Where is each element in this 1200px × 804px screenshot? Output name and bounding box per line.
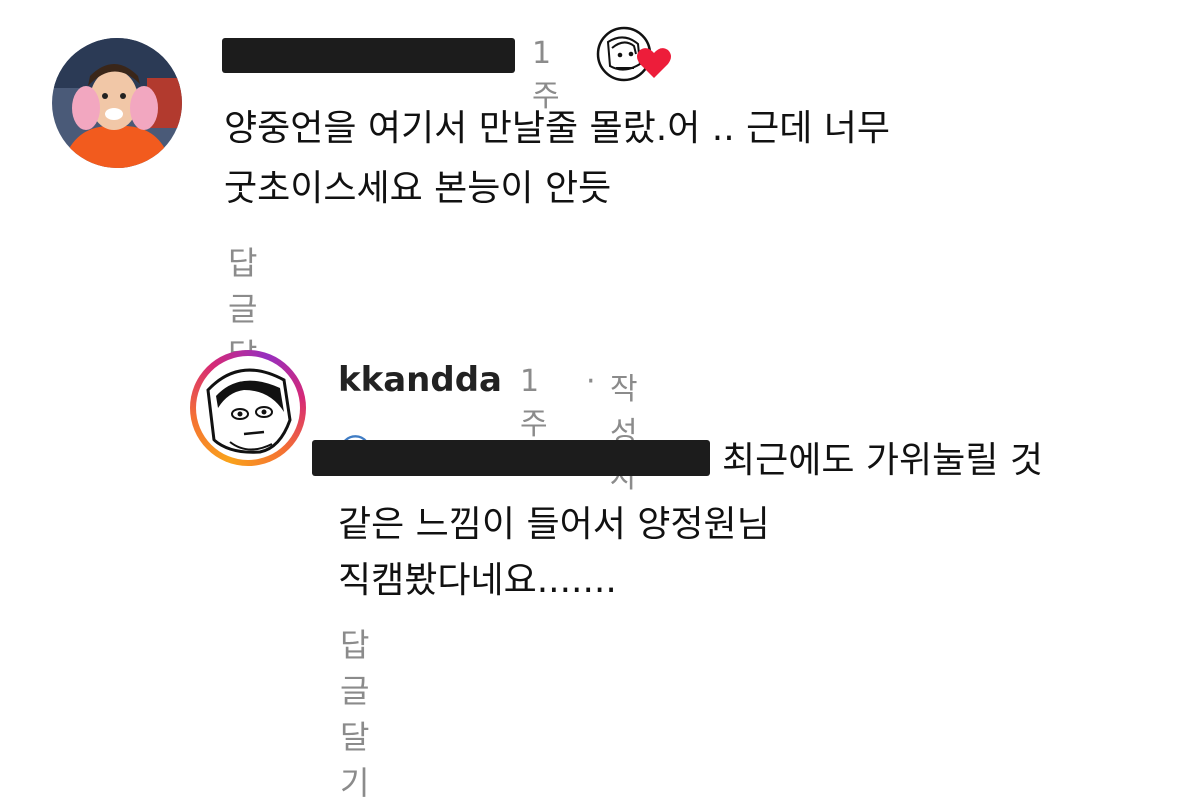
author-liked-indicator: [594, 24, 672, 82]
comment-text-line: 양중언을 여기서 만날줄 몰랐.어 .. 근데 너무: [224, 108, 891, 149]
comment-text-line: 직캠봤다네요.......: [338, 560, 617, 601]
comment-text-line: 굿초이스세요 본능이 안듯: [224, 168, 612, 209]
redacted-username: [222, 38, 515, 73]
username[interactable]: kkandda: [338, 360, 502, 400]
comment-text-line: 같은 느낌이 들어서 양정원님: [338, 504, 770, 545]
commenter-avatar[interactable]: [200, 360, 296, 456]
redacted-mention: [312, 440, 710, 476]
separator-dot: ·: [586, 364, 596, 399]
comment-time: 1주: [520, 364, 548, 442]
reply-button[interactable]: 답글 달기: [340, 620, 369, 804]
comment-text-line: 최근에도 가위눌릴 것: [722, 440, 1043, 481]
author-badge: 작성자: [610, 372, 638, 495]
commenter-avatar[interactable]: [52, 38, 182, 168]
